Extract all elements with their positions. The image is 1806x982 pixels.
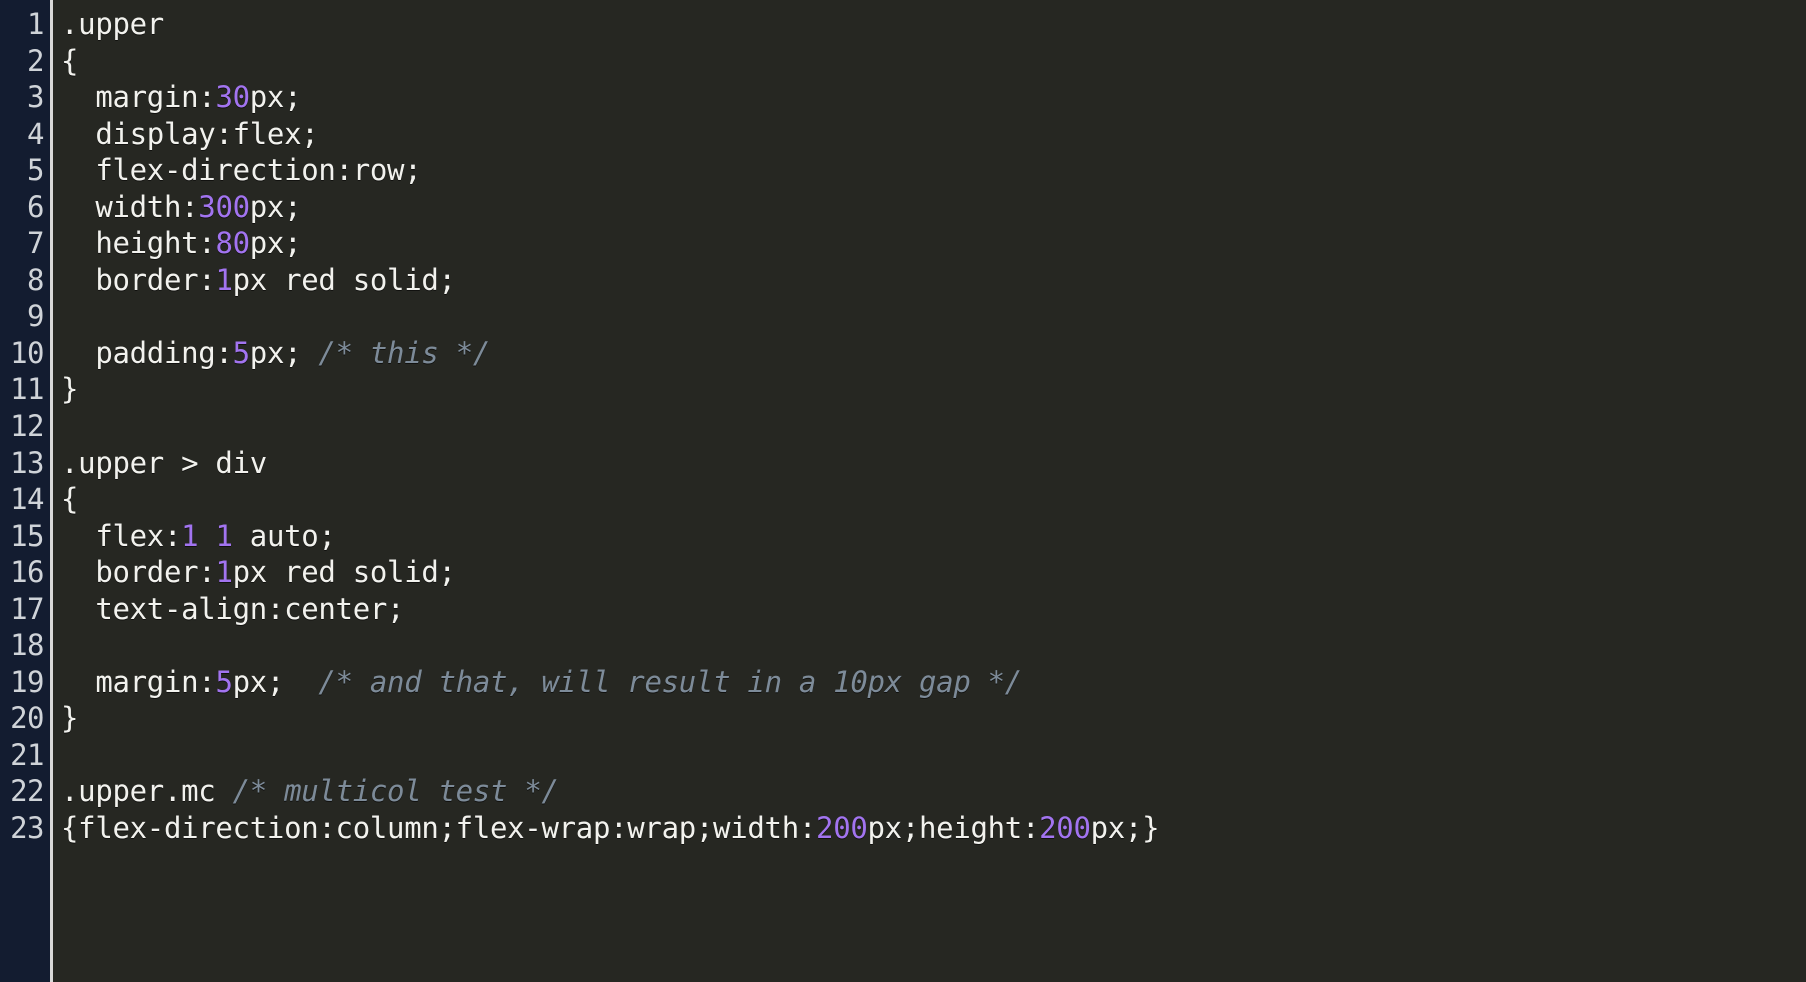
code-line[interactable]: display:flex; [61, 116, 1806, 153]
code-token-number: 1 [215, 262, 233, 297]
code-line[interactable]: flex:1 1 auto; [61, 518, 1806, 555]
line-number[interactable]: 19 [0, 664, 50, 701]
line-number[interactable]: 1 [0, 6, 50, 43]
code-token-plain: } [61, 372, 79, 407]
code-token-plain: .upper.mc [61, 774, 233, 809]
code-token-number: 300 [198, 189, 250, 224]
code-line[interactable] [61, 298, 1806, 335]
code-line[interactable]: {flex-direction:column;flex-wrap:wrap;wi… [61, 810, 1806, 847]
line-number[interactable]: 22 [0, 773, 50, 810]
code-token-plain: .upper > div [61, 445, 267, 480]
code-line[interactable]: margin:30px; [61, 79, 1806, 116]
code-token-plain: .upper [61, 7, 164, 41]
code-token-number: 200 [816, 811, 868, 846]
code-token-number: 200 [1039, 811, 1091, 846]
code-line[interactable]: text-align:center; [61, 591, 1806, 628]
code-token-plain: px;} [1090, 811, 1160, 846]
code-token-plain: px; [249, 80, 302, 115]
line-number[interactable]: 15 [0, 518, 50, 555]
code-token-plain: px; [249, 335, 319, 370]
code-token-number: 5 [215, 664, 233, 699]
line-number[interactable]: 14 [0, 481, 50, 518]
code-line[interactable]: } [61, 371, 1806, 408]
line-number[interactable]: 4 [0, 116, 50, 153]
code-token-comment: /* multicol test */ [232, 774, 559, 809]
code-token-number: 5 [232, 335, 250, 370]
line-number[interactable]: 11 [0, 371, 50, 408]
code-token-plain: height: [61, 226, 216, 261]
code-editor[interactable]: 1 2 3 4 5 6 7 8 9 10 11 12 13 14 15 16 17 18 19 20 21 22 23 .u… [0, 0, 1806, 982]
line-number-gutter[interactable]: 1 2 3 4 5 6 7 8 9 10 11 12 13 14 15 16 17 18 19 20 21 22 23 [0, 0, 50, 982]
code-line[interactable]: { [61, 43, 1806, 80]
line-number[interactable]: 20 [0, 700, 50, 737]
code-token-plain: padding: [61, 335, 233, 370]
code-token-plain: text-align:center; [61, 591, 405, 626]
code-token-plain: margin: [61, 80, 216, 115]
line-number[interactable]: 9 [0, 298, 50, 335]
code-line[interactable]: padding:5px; /* this */ [61, 335, 1806, 372]
code-token-plain: px; [249, 189, 302, 224]
line-number[interactable]: 13 [0, 445, 50, 482]
line-number[interactable]: 17 [0, 591, 50, 628]
line-number[interactable]: 6 [0, 189, 50, 226]
code-token-plain: border: [61, 555, 216, 590]
line-number[interactable]: 10 [0, 335, 50, 372]
code-token-plain: {flex-direction:column;flex-wrap:wrap;wi… [61, 811, 817, 846]
code-line[interactable]: border:1px red solid; [61, 554, 1806, 591]
code-line[interactable]: .upper > div [61, 445, 1806, 482]
code-token-plain: border: [61, 262, 216, 297]
code-token-plain: margin: [61, 664, 216, 699]
code-line[interactable]: margin:5px; /* and that, will result in … [61, 664, 1806, 701]
code-line[interactable]: { [61, 481, 1806, 518]
code-line[interactable] [61, 408, 1806, 445]
code-token-plain: { [61, 482, 79, 517]
code-token-plain: auto; [232, 518, 336, 553]
code-token-plain: px red solid; [232, 555, 456, 590]
code-token-plain: flex-direction:row; [61, 153, 422, 188]
code-token-comment: /* and that, will result in a 10px gap *… [318, 664, 1022, 699]
code-line[interactable]: .upper.mc /* multicol test */ [61, 773, 1806, 810]
code-line[interactable]: width:300px; [61, 189, 1806, 226]
code-token-plain: px; [249, 226, 302, 261]
code-token-plain: flex: [61, 518, 182, 553]
line-number[interactable]: 3 [0, 79, 50, 116]
code-token-plain: px;height: [867, 811, 1040, 846]
line-number[interactable]: 8 [0, 262, 50, 299]
code-token-plain: display:flex; [61, 116, 319, 151]
line-number[interactable]: 2 [0, 43, 50, 80]
code-line[interactable] [61, 627, 1806, 664]
line-number[interactable]: 18 [0, 627, 50, 664]
line-number[interactable]: 21 [0, 737, 50, 774]
code-line[interactable]: } [61, 700, 1806, 737]
code-token-plain: { [61, 43, 79, 78]
code-token-number: 30 [215, 80, 250, 115]
line-number[interactable]: 7 [0, 225, 50, 262]
code-line[interactable]: .upper [61, 6, 1806, 43]
code-token-number: 80 [215, 226, 250, 261]
line-number[interactable]: 12 [0, 408, 50, 445]
code-token-plain: } [61, 701, 79, 736]
line-number[interactable]: 5 [0, 152, 50, 189]
code-line[interactable]: border:1px red solid; [61, 262, 1806, 299]
code-token-number: 1 [215, 555, 233, 590]
code-text-area[interactable]: .upper{ margin:30px; display:flex; flex-… [53, 0, 1806, 982]
code-token-number: 1 [215, 518, 233, 553]
line-number[interactable]: 16 [0, 554, 50, 591]
line-number[interactable]: 23 [0, 810, 50, 847]
code-line[interactable] [61, 737, 1806, 774]
code-token-comment: /* this */ [318, 335, 491, 370]
code-token-number: 1 [181, 518, 199, 553]
code-token-plain: px red solid; [232, 262, 456, 297]
code-line[interactable]: flex-direction:row; [61, 152, 1806, 189]
code-token-plain: width: [61, 189, 199, 224]
code-line[interactable]: height:80px; [61, 225, 1806, 262]
code-token-plain: px; [232, 664, 319, 699]
